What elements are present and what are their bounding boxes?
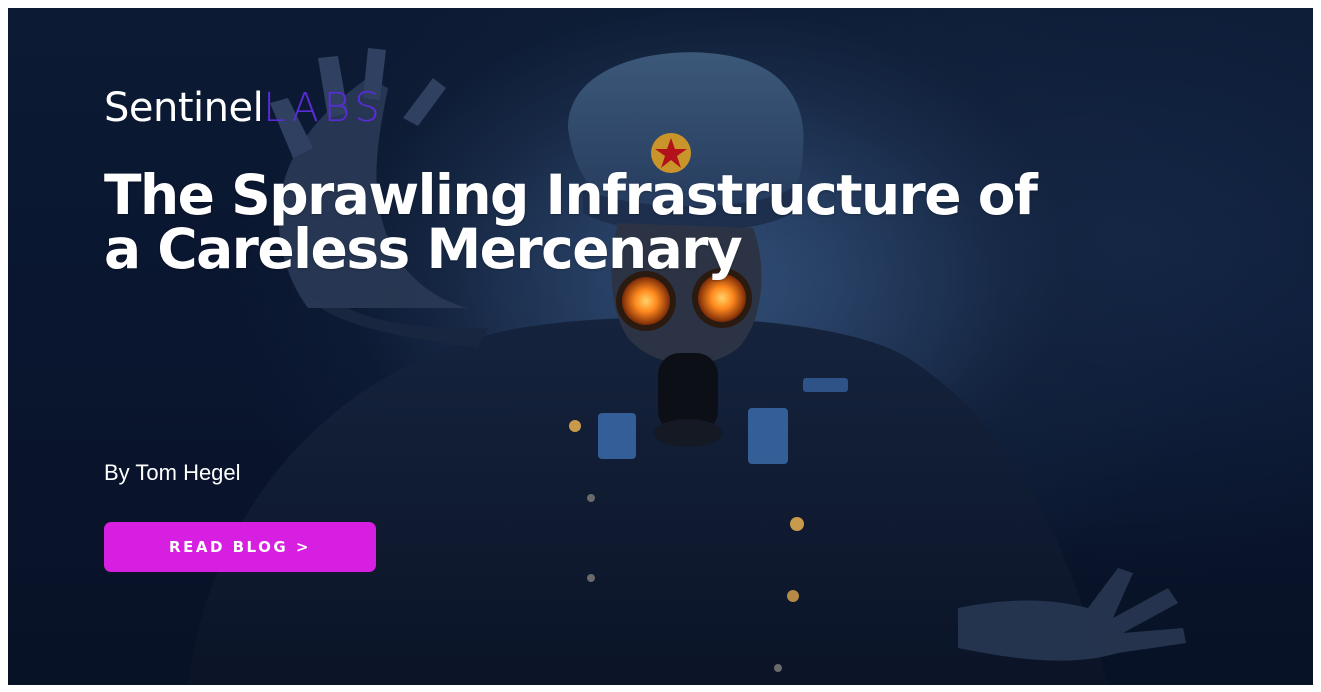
article-title: The Sprawling Infrastructure of a Carele… — [104, 163, 1038, 281]
sentinel-labs-logo: SentinelLABS — [104, 84, 1084, 132]
hero-content: SentinelLABS The Sprawling Infrastructur… — [104, 84, 1084, 281]
hero-banner: SentinelLABS The Sprawling Infrastructur… — [8, 8, 1313, 685]
read-blog-button[interactable]: READ BLOG > — [104, 522, 376, 572]
article-byline: By Tom Hegel — [104, 460, 241, 485]
logo-secondary: LABS — [263, 85, 385, 131]
logo-primary: Sentinel — [104, 85, 264, 131]
